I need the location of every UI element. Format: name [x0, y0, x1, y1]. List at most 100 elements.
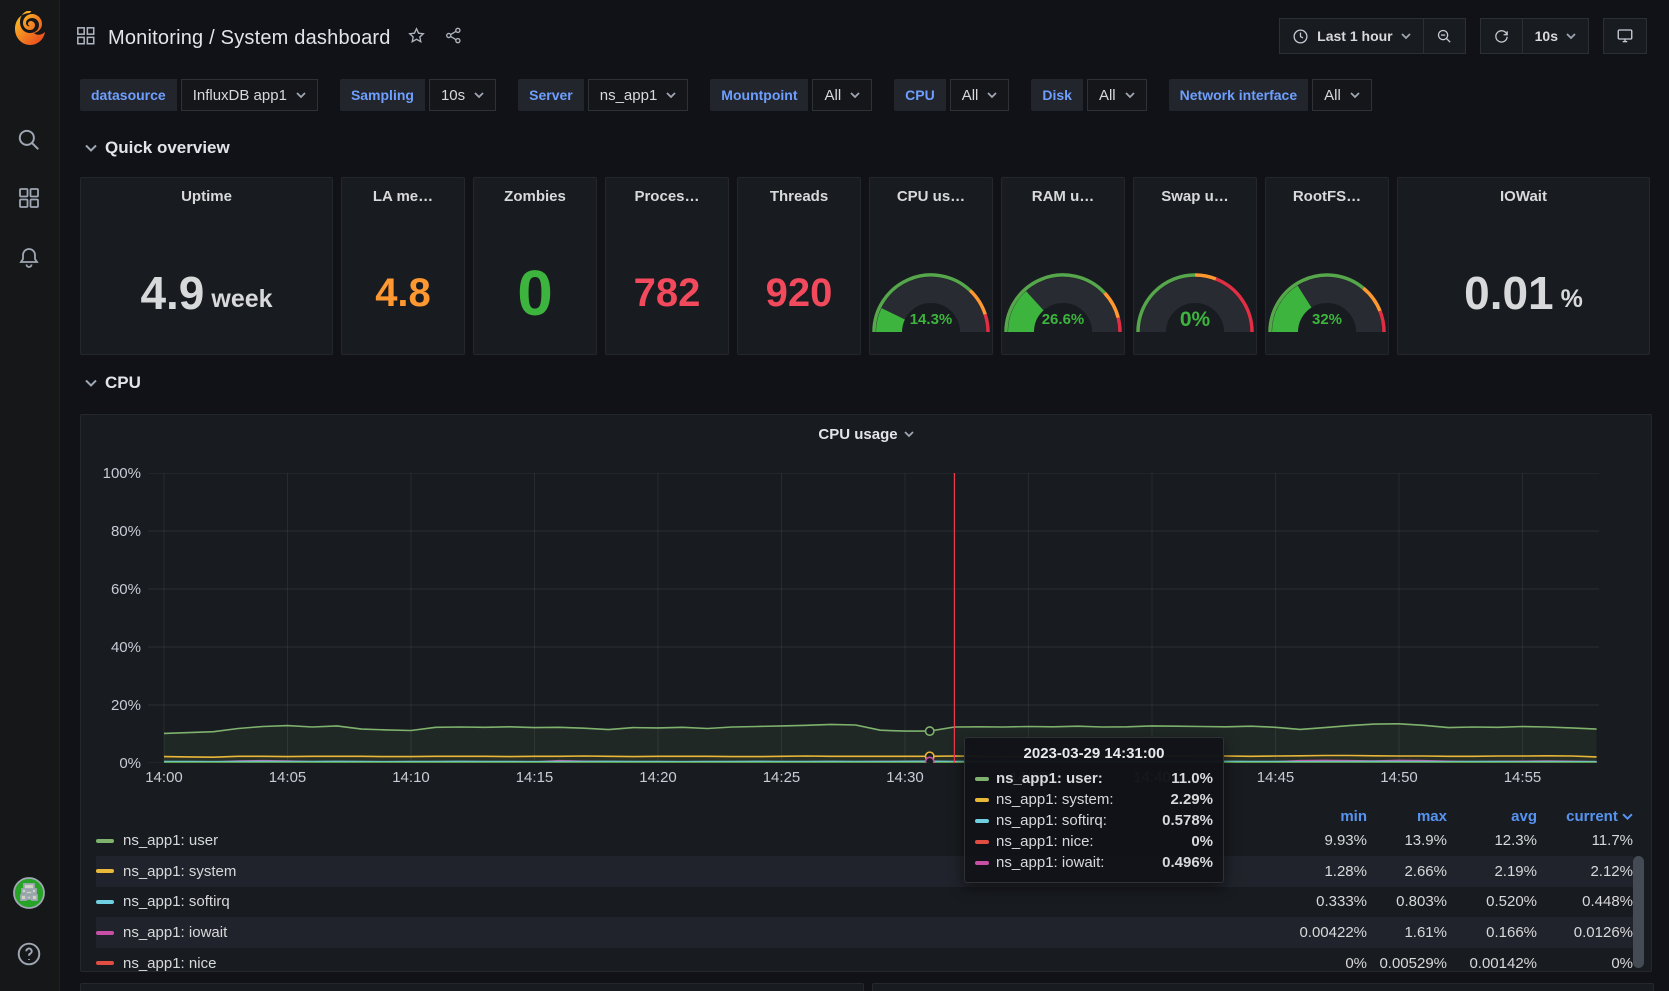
legend-series-ns-app1-softirq[interactable]: ns_app1: softirq — [96, 893, 1275, 910]
variable-value-datasource[interactable]: InfluxDB app1 — [181, 79, 318, 111]
variable-server: Serverns_app1 — [518, 79, 688, 111]
stat-panel-iowait: IOWait0.01% — [1397, 177, 1650, 355]
zoom-out-button[interactable] — [1423, 18, 1466, 54]
stat-title-rootfs: RootFS… — [1266, 188, 1388, 205]
legend-min-ns-app1-system: 1.28% — [1275, 863, 1367, 880]
page-title[interactable]: Monitoring / System dashboard — [108, 27, 391, 50]
legend-sort-min[interactable]: min — [1275, 808, 1367, 825]
stat-panel-ram-u: RAM u…26.6% — [1001, 177, 1125, 355]
section-quick-overview[interactable]: Quick overview — [85, 138, 230, 158]
legend-series-ns-app1-nice[interactable]: ns_app1: nice — [96, 955, 1275, 972]
tooltip-row-ns-app1-system: ns_app1: system:2.29% — [975, 789, 1213, 810]
legend-current-ns-app1-softirq: 0.448% — [1537, 893, 1633, 910]
variable-value-sampling[interactable]: 10s — [429, 79, 496, 111]
gauge-value-swap-u: 0% — [1134, 308, 1256, 332]
cpu-usage-panel-title[interactable]: CPU usage — [81, 426, 1651, 443]
x-tick-14-30: 14:30 — [873, 769, 937, 786]
legend-avg-ns-app1-system: 2.19% — [1447, 863, 1537, 880]
y-tick-20pct: 20% — [89, 697, 141, 714]
series-swatch — [96, 839, 114, 843]
x-tick-14-50: 14:50 — [1367, 769, 1431, 786]
stat-title-zombies: Zombies — [474, 188, 596, 205]
refresh-button[interactable] — [1480, 18, 1523, 54]
legend-min-ns-app1-softirq: 0.333% — [1275, 893, 1367, 910]
gauge-value-cpu-us: 14.3% — [870, 311, 992, 328]
x-tick-14-20: 14:20 — [626, 769, 690, 786]
stat-panel-proces: Proces…782 — [605, 177, 729, 355]
legend-max-ns-app1-softirq: 0.803% — [1367, 893, 1447, 910]
legend-max-ns-app1-nice: 0.00529% — [1367, 955, 1447, 972]
legend-row-ns-app1-nice: ns_app1: nice0%0.00529%0.00142%0% — [96, 948, 1633, 972]
variable-label-server: Server — [518, 79, 584, 111]
alerting-bell-icon[interactable] — [13, 241, 45, 273]
dashboards-icon[interactable] — [13, 182, 45, 214]
stat-title-threads: Threads — [738, 188, 860, 205]
legend-min-ns-app1-iowait: 0.00422% — [1275, 924, 1367, 941]
stat-panel-swap-u: Swap u… 0% — [1133, 177, 1257, 355]
stat-panel-rootfs: RootFS…32% — [1265, 177, 1389, 355]
cpu-usage-chart[interactable] — [148, 473, 1613, 763]
variable-label-sampling: Sampling — [340, 79, 425, 111]
grafana-logo[interactable] — [11, 10, 49, 48]
legend-row-ns-app1-system: ns_app1: system1.28%2.66%2.19%2.12% — [96, 856, 1633, 887]
variable-value-server[interactable]: ns_app1 — [588, 79, 689, 111]
stat-panel-uptime: Uptime4.9week — [80, 177, 333, 355]
legend-max-ns-app1-system: 2.66% — [1367, 863, 1447, 880]
stat-title-swap-u: Swap u… — [1134, 188, 1256, 205]
legend-sort-max[interactable]: max — [1367, 808, 1447, 825]
legend-row-ns-app1-iowait: ns_app1: iowait0.00422%1.61%0.166%0.0126… — [96, 917, 1633, 948]
variable-mountpoint: MountpointAll — [710, 79, 872, 111]
user-avatar[interactable] — [13, 877, 45, 909]
help-icon[interactable] — [13, 938, 45, 970]
variable-value-network-interface[interactable]: All — [1312, 79, 1372, 111]
legend-scrollbar[interactable] — [1633, 856, 1644, 968]
series-swatch — [96, 961, 114, 965]
y-tick-0pct: 0% — [89, 755, 141, 772]
legend-current-ns-app1-user: 11.7% — [1537, 832, 1633, 849]
x-tick-14-05: 14:05 — [256, 769, 320, 786]
grafana-app: Monitoring / System dashboard Last 1 hou… — [0, 0, 1669, 991]
variable-label-mountpoint: Mountpoint — [710, 79, 808, 111]
time-range-label: Last 1 hour — [1317, 28, 1392, 44]
variable-label-network-interface: Network interface — [1169, 79, 1308, 111]
tooltip-swatch — [975, 861, 989, 865]
stat-title-cpu-us: CPU us… — [870, 188, 992, 205]
x-tick-14-10: 14:10 — [379, 769, 443, 786]
next-panel-stub-left — [80, 983, 864, 991]
legend-series-ns-app1-iowait[interactable]: ns_app1: iowait — [96, 924, 1275, 941]
sidebar — [0, 0, 60, 991]
tooltip-row-ns-app1-nice: ns_app1: nice:0% — [975, 831, 1213, 852]
variable-cpu: CPUAll — [894, 79, 1009, 111]
stat-panel-zombies: Zombies 0 — [473, 177, 597, 355]
legend-avg-ns-app1-nice: 0.00142% — [1447, 955, 1537, 972]
time-range-picker[interactable]: Last 1 hour — [1279, 18, 1423, 54]
legend-sort-avg[interactable]: avg — [1447, 808, 1537, 825]
x-tick-14-00: 14:00 — [132, 769, 196, 786]
stat-value-zombies: 0 — [474, 232, 596, 354]
refresh-interval-picker[interactable]: 10s — [1522, 18, 1589, 54]
tooltip-swatch — [975, 819, 989, 823]
series-swatch — [96, 931, 114, 935]
gauge-value-ram-u: 26.6% — [1002, 311, 1124, 328]
stat-value-threads: 920 — [738, 232, 860, 354]
section-quick-overview-label: Quick overview — [105, 138, 230, 158]
legend-sort-current[interactable]: current — [1537, 808, 1633, 825]
search-icon[interactable] — [13, 124, 45, 156]
legend-row-ns-app1-softirq: ns_app1: softirq0.333%0.803%0.520%0.448% — [96, 886, 1633, 917]
kiosk-mode-button[interactable] — [1603, 18, 1647, 54]
variable-label-disk: Disk — [1031, 79, 1083, 111]
star-icon[interactable] — [407, 26, 426, 50]
legend-max-ns-app1-user: 13.9% — [1367, 832, 1447, 849]
share-icon[interactable] — [444, 26, 463, 50]
variable-value-cpu[interactable]: All — [950, 79, 1010, 111]
tooltip-row-ns-app1-iowait: ns_app1: iowait:0.496% — [975, 852, 1213, 873]
section-cpu-label: CPU — [105, 373, 141, 393]
section-cpu[interactable]: CPU — [85, 373, 141, 393]
variable-value-mountpoint[interactable]: All — [812, 79, 872, 111]
variable-label-datasource: datasource — [80, 79, 177, 111]
y-tick-100pct: 100% — [89, 465, 141, 482]
series-swatch — [96, 900, 114, 904]
variable-datasource: datasourceInfluxDB app1 — [80, 79, 318, 111]
stat-title-iowait: IOWait — [1398, 188, 1649, 205]
variable-value-disk[interactable]: All — [1087, 79, 1147, 111]
